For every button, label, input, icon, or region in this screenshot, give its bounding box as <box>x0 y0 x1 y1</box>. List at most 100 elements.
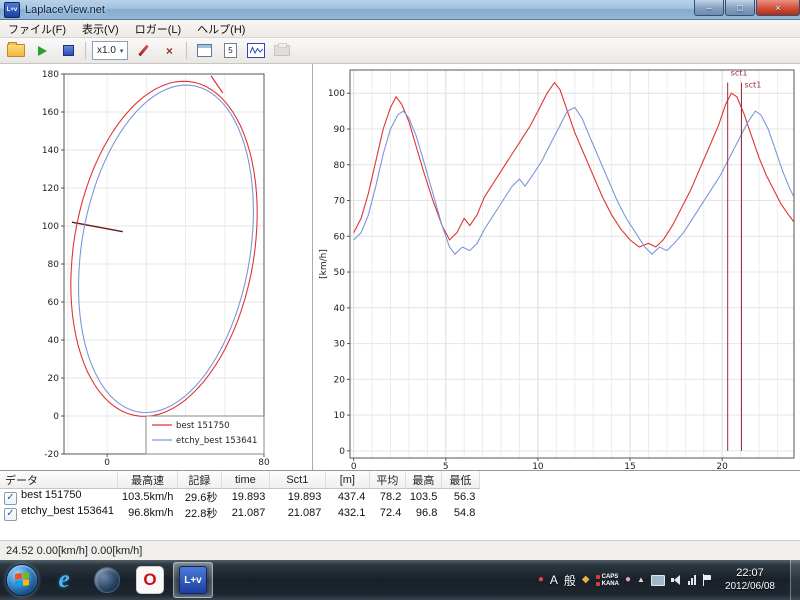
start-logging-button[interactable] <box>31 41 53 61</box>
col-header-max[interactable]: 最高 <box>405 471 442 489</box>
svg-text:70: 70 <box>334 197 346 207</box>
svg-text:15: 15 <box>624 462 635 470</box>
svg-text:20: 20 <box>334 375 346 385</box>
menu-logger[interactable]: ロガー(L) <box>127 19 189 39</box>
close-icon: × <box>775 2 781 13</box>
svg-text:120: 120 <box>42 184 59 194</box>
menu-help[interactable]: ヘルプ(H) <box>189 19 253 39</box>
col-header-meters[interactable]: [m] <box>325 471 370 489</box>
table-header-row: データ 最高速 記録 time Sct1 [m] 平均 最高 最低 <box>0 471 480 489</box>
maximize-button[interactable]: □ <box>725 0 755 16</box>
taskbar-apps: e O L+v <box>44 562 213 598</box>
row-checkbox[interactable]: ✓ <box>4 508 17 521</box>
row-checkbox[interactable]: ✓ <box>4 492 17 505</box>
print-button[interactable] <box>271 41 293 61</box>
show-hidden-icons-button[interactable]: ▲ <box>637 575 645 585</box>
cell-min: 54.8 <box>453 507 476 519</box>
taskbar-app-browser[interactable] <box>87 562 127 598</box>
menu-file[interactable]: ファイル(F) <box>0 19 74 39</box>
play-icon <box>37 45 47 56</box>
svg-text:best 151750: best 151750 <box>176 421 230 431</box>
table-row[interactable]: ✓ best 151750 103.5km/h 29.6秒 19.893 19.8… <box>0 489 479 505</box>
printer-icon <box>274 43 291 56</box>
ime-mode-general[interactable]: 般 <box>564 572 576 589</box>
svg-text:100: 100 <box>328 89 345 99</box>
svg-text:80: 80 <box>334 161 346 171</box>
taskbar-app-opera[interactable]: O <box>130 562 170 598</box>
col-header-sct1[interactable]: Sct1 <box>269 471 326 489</box>
ime-lock-indicators[interactable]: CAPS KANA <box>595 573 619 587</box>
svg-text:20: 20 <box>716 462 728 470</box>
open-file-button[interactable] <box>5 41 27 61</box>
svg-text:50: 50 <box>334 268 346 278</box>
window-controls: – □ × <box>693 0 800 16</box>
caps-indicator-dot <box>595 574 600 579</box>
cell-sct1: 21.087 <box>287 507 322 519</box>
lap-name: best 151750 <box>21 489 82 501</box>
taskbar: e O L+v ● A 般 ◆ CAPS KANA ● ▲ 22:07 2012… <box>0 560 800 600</box>
report-icon-label: 5 <box>228 46 233 55</box>
graph-view-button[interactable] <box>245 41 267 61</box>
cell-min: 56.3 <box>453 491 476 503</box>
laplaceview-icon-label: L+v <box>184 574 202 586</box>
stop-logging-button[interactable] <box>57 41 79 61</box>
security-tray-icon[interactable]: ◆ <box>582 575 590 585</box>
opera-icon-label: O <box>143 570 157 589</box>
tray-clock[interactable]: 22:07 2012/06/08 <box>718 567 782 593</box>
svg-text:60: 60 <box>334 232 346 242</box>
menubar: ファイル(F) 表示(V) ロガー(L) ヘルプ(H) <box>0 20 800 38</box>
cell-sct1: 19.893 <box>287 491 322 503</box>
svg-text:20: 20 <box>48 374 60 384</box>
ime-mode-direct[interactable]: A <box>550 573 558 587</box>
svg-text:0: 0 <box>104 458 110 468</box>
svg-text:etchy_best 153641: etchy_best 153641 <box>176 436 257 446</box>
speed-trace-chart[interactable]: sct1 sct1 0 10 20 30 40 50 60 70 80 90 100 0 5 10 15 20 [k… <box>314 64 800 470</box>
table-row[interactable]: ✓ etchy_best 153641 96.8km/h 22.8秒 21.087… <box>0 505 479 521</box>
svg-text:0: 0 <box>339 447 345 457</box>
cell-record: 29.6秒 <box>184 492 218 504</box>
waveform-icon <box>247 43 266 58</box>
col-header-data[interactable]: データ <box>0 471 119 489</box>
tile-windows-button[interactable] <box>193 41 215 61</box>
clock-time: 22:07 <box>736 567 764 579</box>
show-desktop-button[interactable] <box>790 560 800 600</box>
zoom-select[interactable]: x1.0 ▾ <box>92 41 129 60</box>
main-content: -20 0 20 40 60 80 100 120 140 160 180 0 80 best 15175… <box>0 64 800 470</box>
menu-view[interactable]: 表示(V) <box>74 19 127 39</box>
display-tray-icon[interactable] <box>650 574 665 586</box>
svg-text:60: 60 <box>48 298 60 308</box>
col-header-average[interactable]: 平均 <box>369 471 406 489</box>
notification-icon[interactable]: ● <box>538 575 544 585</box>
col-header-record[interactable]: 記録 <box>177 471 222 489</box>
action-center-flag-icon[interactable] <box>702 574 712 586</box>
svg-text:80: 80 <box>48 260 60 270</box>
svg-text:-20: -20 <box>44 450 59 460</box>
lap-table: データ 最高速 記録 time Sct1 [m] 平均 最高 最低 ✓ best … <box>0 471 480 521</box>
minimize-button[interactable]: – <box>694 0 724 16</box>
close-button[interactable]: × <box>756 0 800 16</box>
report-button[interactable]: 5 <box>219 41 241 61</box>
cell-max: 96.8 <box>415 507 438 519</box>
svg-text:160: 160 <box>42 108 59 118</box>
volume-icon[interactable] <box>670 574 682 586</box>
tray-app-icon[interactable]: ● <box>625 575 631 585</box>
svg-text:5: 5 <box>443 462 449 470</box>
col-header-time[interactable]: time <box>221 471 270 489</box>
globe-icon <box>94 567 120 593</box>
caps-label: CAPS <box>601 573 619 580</box>
maximize-icon: □ <box>737 2 743 13</box>
svg-text:30: 30 <box>334 340 346 350</box>
delete-button[interactable]: × <box>158 41 180 61</box>
col-header-topspeed[interactable]: 最高速 <box>117 471 178 489</box>
cell-meters: 432.1 <box>337 507 366 519</box>
svg-text:80: 80 <box>258 458 270 468</box>
track-map-chart[interactable]: -20 0 20 40 60 80 100 120 140 160 180 0 80 best 15175… <box>0 64 312 470</box>
taskbar-app-internet-explorer[interactable]: e <box>44 562 84 598</box>
marker-pen-button[interactable] <box>132 41 154 61</box>
svg-text:100: 100 <box>42 222 59 232</box>
network-icon[interactable] <box>687 575 696 585</box>
track-map-panel: -20 0 20 40 60 80 100 120 140 160 180 0 80 best 15175… <box>0 64 313 470</box>
start-button[interactable] <box>6 564 38 596</box>
taskbar-app-laplaceview[interactable]: L+v <box>173 562 213 598</box>
col-header-min[interactable]: 最低 <box>441 471 480 489</box>
